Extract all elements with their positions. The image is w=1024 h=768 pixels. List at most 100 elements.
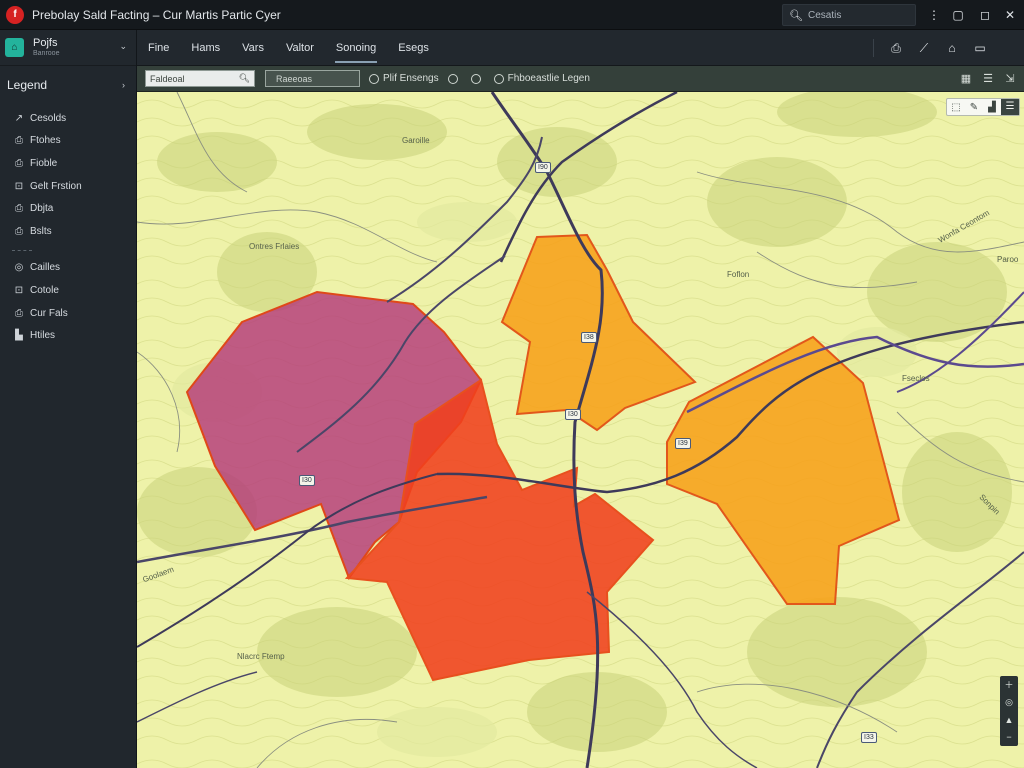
road-shield: I30 xyxy=(299,475,315,486)
global-search-placeholder: Cesatis xyxy=(807,9,842,21)
select-tool-icon[interactable]: ⬚ xyxy=(947,102,965,113)
menu-esegs[interactable]: Esegs xyxy=(387,30,440,66)
list-icon[interactable]: ☰ xyxy=(980,70,996,86)
place-label: Fseclos xyxy=(902,374,930,383)
window-title: Prebolay Sald Facting – Cur Martis Parti… xyxy=(32,7,281,22)
legend-item[interactable]: ↗ Cesolds xyxy=(0,107,136,130)
bookmark-icon[interactable]: ⎙ xyxy=(882,41,910,56)
project-name: Pojfs xyxy=(33,37,58,49)
legend-item-label: Cesolds xyxy=(30,112,67,124)
legend-item-label: Cailles xyxy=(30,262,61,274)
map-svg[interactable] xyxy=(137,92,1024,768)
app-logo-icon: f xyxy=(6,5,24,24)
legend-item[interactable]: ▙ Htiles xyxy=(0,324,136,347)
menu-vars[interactable]: Vars xyxy=(231,30,275,66)
legend-item-label: Fioble xyxy=(30,157,58,169)
chart-tool-icon[interactable]: ▟ xyxy=(983,102,1001,113)
draw-tool-icon[interactable]: ✎ xyxy=(965,102,983,113)
menu-file[interactable]: Fine xyxy=(137,30,180,66)
legend-item[interactable]: ⎙ Fioble xyxy=(0,152,136,175)
legend-item[interactable]: ◎ Cailles xyxy=(0,257,136,280)
window-pin-button[interactable]: ⋮ xyxy=(924,5,944,25)
map-toolbar-right: ▦ ☰ ⇲ xyxy=(952,70,1018,86)
layer-icon: ⎙ xyxy=(15,225,23,237)
menu-icon[interactable]: ☰ xyxy=(1001,99,1019,115)
layer-icon: ⊡ xyxy=(14,284,24,296)
legend-header[interactable]: Legend › xyxy=(0,67,136,103)
sidebar: ⌂ Pojfs Banrooe ⌄ Legend › ↗ Cesolds ⎙ Fto… xyxy=(0,30,137,768)
menu-sonoing[interactable]: Sonoing xyxy=(325,30,387,66)
legend-item-label: Bslts xyxy=(30,225,52,237)
expand-icon[interactable]: ⇲ xyxy=(1002,70,1018,86)
search-icon: 🔍︎ xyxy=(789,9,803,22)
toggle-icon xyxy=(470,73,481,84)
divider xyxy=(873,39,874,57)
legend-item[interactable]: ⊡ Gelt Frstion xyxy=(0,175,136,198)
place-label: Foflon xyxy=(727,270,750,279)
project-icon: ⌂ xyxy=(5,38,24,57)
menu-home[interactable]: Hams xyxy=(180,30,231,66)
grid-icon[interactable]: ▦ xyxy=(958,70,974,86)
place-label: Paroo xyxy=(997,255,1019,264)
menu-tools: ⎙ ⟋ ⌂ ▭ xyxy=(873,30,994,66)
layer-icon: ⎙ xyxy=(15,135,23,147)
legend-item-label: Ftohes xyxy=(30,135,61,147)
legend-item[interactable]: ⎙ Dbjta xyxy=(0,197,136,220)
legend-item-label: Dbjta xyxy=(30,203,54,215)
chevron-right-icon: › xyxy=(122,80,125,90)
settings-icon xyxy=(369,73,379,84)
zoom-out-icon[interactable]: − xyxy=(1006,732,1011,742)
locate-icon[interactable]: ◎ xyxy=(1005,697,1013,707)
info-button[interactable] xyxy=(447,73,462,84)
global-search-input[interactable]: 🔍︎ Cesatis xyxy=(782,4,916,26)
road-shield: I33 xyxy=(861,732,877,743)
show-legend-button[interactable]: Fhboeastlie Legen xyxy=(493,73,590,84)
layer-icon: ⎙ xyxy=(15,203,23,215)
title-bar: f Prebolay Sald Facting – Cur Martis Par… xyxy=(0,0,1024,30)
filter-value: Raeeoas xyxy=(276,73,313,84)
zoom-in-icon[interactable]: ＋ xyxy=(1004,680,1013,690)
legend-item[interactable]: ⊡ Cotole xyxy=(0,279,136,302)
search-icon: 🔍︎ xyxy=(238,73,250,83)
road-shield: I38 xyxy=(581,332,597,343)
compass-icon[interactable]: ▲ xyxy=(1005,715,1014,725)
comment-icon[interactable]: ▭ xyxy=(966,41,994,55)
map-canvas[interactable]: I90 I38 I30 I39 I30 I33 Garoille Ontres … xyxy=(137,92,1024,768)
show-legend-label: Fhboeastlie Legen xyxy=(507,73,590,84)
layer-icon: ⎙ xyxy=(15,157,23,169)
filter-input[interactable]: Raeeoas xyxy=(265,70,360,87)
zoom-controls: ＋ ◎ ▲ − xyxy=(1000,676,1018,746)
window-restore-button[interactable]: ▢ xyxy=(948,5,968,25)
legend-title: Legend xyxy=(7,78,48,92)
layer-icon: ↗ xyxy=(14,112,24,124)
layer-icon: ⎙ xyxy=(15,307,23,319)
window-maximize-button[interactable]: ◻ xyxy=(975,5,995,25)
legend-divider xyxy=(8,243,128,257)
legend-item[interactable]: ⎙ Cur Fals xyxy=(0,302,136,325)
chevron-down-icon: ⌄ xyxy=(119,41,127,51)
measure-icon[interactable]: ⟋ xyxy=(910,41,938,56)
project-subtitle: Banrooe xyxy=(33,50,60,57)
legend-item-label: Cur Fals xyxy=(30,307,68,319)
road-shield: I30 xyxy=(565,409,581,420)
window-close-button[interactable]: ✕ xyxy=(1000,5,1020,25)
map-toolbar: Faldeoal 🔍︎ Raeeoas Plif Ensengs Fhboeas… xyxy=(137,66,1024,92)
place-label: Ontres Frlaies xyxy=(249,242,300,251)
project-selector[interactable]: ⌂ Pojfs Banrooe ⌄ xyxy=(0,30,136,66)
plot-settings-button[interactable]: Plif Ensengs xyxy=(369,73,439,84)
legend-item[interactable]: ⎙ Bslts xyxy=(0,220,136,243)
place-label: Nlacrc Ftemp xyxy=(237,652,285,661)
map-search-input[interactable]: Faldeoal 🔍︎ xyxy=(145,70,255,87)
legend-item[interactable]: ⎙ Ftohes xyxy=(0,130,136,153)
home-icon[interactable]: ⌂ xyxy=(938,41,966,55)
toggle-button[interactable] xyxy=(470,73,485,84)
layer-icon: ⊡ xyxy=(14,180,24,192)
layer-icon: ▙ xyxy=(15,330,23,342)
menu-valtor[interactable]: Valtor xyxy=(275,30,325,66)
plot-settings-label: Plif Ensengs xyxy=(383,73,439,84)
place-label: Garoille xyxy=(402,136,430,145)
info-icon xyxy=(447,73,458,84)
road-shield: I90 xyxy=(535,162,551,173)
legend-item-label: Cotole xyxy=(30,284,59,296)
map-search-value: Faldeoal xyxy=(150,73,185,84)
